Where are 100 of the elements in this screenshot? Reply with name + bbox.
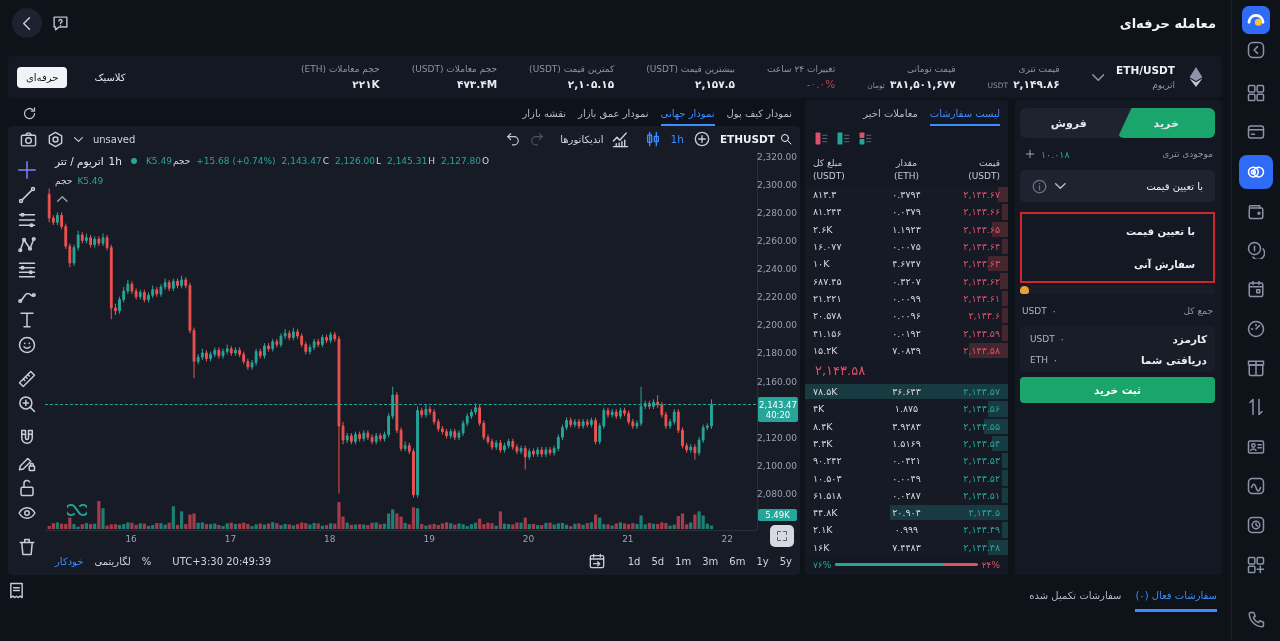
order-type-select[interactable]: با تعیین قیمت <box>1020 170 1215 202</box>
ohlc-value: 2,143.47 <box>281 156 322 166</box>
candlestick <box>316 338 320 348</box>
total-value: ۰ <box>1051 306 1057 316</box>
total-unit: USDT <box>1022 306 1047 316</box>
balance-label: موجودی تتری <box>1162 149 1213 159</box>
candlestick <box>358 431 362 442</box>
buy-share-label: ۷۶% <box>813 559 832 570</box>
candlestick <box>494 439 498 451</box>
chart-tab[interactable]: نمودار عمق بازار <box>578 100 649 126</box>
slider-thumb[interactable] <box>1020 286 1029 294</box>
lock-icon[interactable] <box>17 479 36 497</box>
add-circle-icon[interactable] <box>693 131 710 147</box>
smiley-icon[interactable] <box>17 336 36 354</box>
undo-icon[interactable] <box>506 132 521 146</box>
receipt-icon[interactable] <box>8 582 25 599</box>
fullscreen-button[interactable] <box>770 525 794 547</box>
caret-down-icon[interactable] <box>74 136 83 142</box>
back-button[interactable] <box>12 8 42 38</box>
candlestick <box>548 446 552 457</box>
parallel-lines-icon[interactable] <box>17 211 36 229</box>
mixed-orders-view-icon[interactable] <box>859 131 872 145</box>
settings-icon[interactable] <box>47 130 64 148</box>
candlestick <box>523 445 527 471</box>
symbol-search-button[interactable]: ETHUSDT <box>719 133 792 145</box>
scale-mode-button[interactable]: % <box>141 555 152 567</box>
sell-orders-view-icon[interactable] <box>815 131 828 145</box>
price-axis-label: 2,260.00 <box>756 236 797 247</box>
ask-price: ۲,۱۴۳.۶ <box>967 310 1000 322</box>
plus-icon[interactable] <box>1025 149 1035 159</box>
collapse-icon[interactable] <box>1247 41 1265 59</box>
range-button[interactable]: 5y <box>779 555 792 567</box>
order-book-row[interactable]: ۲,۱۴۳.۵۷ ۳۶.۶۴۳ ۷۸.۵K <box>805 382 1008 401</box>
range-button[interactable]: 1d <box>627 555 641 567</box>
range-button[interactable]: 1m <box>675 555 692 567</box>
order-total: ۶۱.۵۱۸ <box>813 489 843 501</box>
crosshair-icon[interactable] <box>17 161 36 179</box>
candlestick <box>474 403 477 416</box>
orders-tab[interactable]: سفارشات فعال (۰) <box>1135 582 1217 612</box>
date-range-icon[interactable] <box>588 553 605 569</box>
order-book-tab[interactable]: لیست سفارشات <box>929 100 1000 126</box>
order-side-tab[interactable]: فروش <box>1020 108 1118 138</box>
order-book-tab[interactable]: معاملات اخیر <box>863 100 918 126</box>
scale-mode-button[interactable]: خودکار <box>55 555 84 567</box>
eye-icon[interactable] <box>17 504 36 522</box>
indicators-button[interactable]: اندیکاتورها <box>560 130 629 148</box>
timezone-clock[interactable]: UTC+3:30 20:49:39 <box>172 555 272 567</box>
zigzag-pattern-icon[interactable] <box>17 236 36 254</box>
chevron-up-icon[interactable] <box>57 196 68 202</box>
candlestick <box>221 348 225 360</box>
trend-line-icon[interactable] <box>17 186 36 204</box>
price-axis-label: 2,300.00 <box>756 179 797 190</box>
candlestick <box>134 287 138 301</box>
nav-button[interactable] <box>1239 154 1273 189</box>
menu-option[interactable]: سفارش آنی <box>1022 247 1195 281</box>
balance-value: ۱۰.۰۱۸ <box>1041 148 1070 160</box>
text-tool-icon[interactable] <box>17 311 36 329</box>
buy-orders-view-icon[interactable] <box>837 131 850 145</box>
market-symbol[interactable]: ETH/USDT <box>1116 64 1175 76</box>
range-button[interactable]: 3m <box>702 555 719 567</box>
infinity-loop-icon[interactable] <box>67 504 87 516</box>
ask-price: ۲,۱۴۳.۵۸ <box>962 344 1000 356</box>
stat-value: ۲,۱۰۵.۱۵ <box>567 78 615 90</box>
scale-mode-button[interactable]: لگاریتمی <box>94 555 131 567</box>
gauge-icon <box>1247 319 1265 338</box>
candlestick <box>85 233 88 244</box>
info-icon[interactable] <box>1032 178 1047 194</box>
chart-tab[interactable]: نمودار کیف پول <box>726 100 792 126</box>
caret-down-icon[interactable] <box>1091 73 1105 81</box>
trash-icon[interactable] <box>17 538 36 556</box>
levels-icon[interactable] <box>17 261 36 279</box>
candlestick <box>142 289 146 303</box>
phone-icon[interactable] <box>1247 611 1265 629</box>
logo-icon[interactable] <box>1242 6 1270 34</box>
order-total: ۱۶K <box>813 541 831 553</box>
orders-tab[interactable]: سفارشات تکمیل شده <box>1029 582 1122 612</box>
range-button[interactable]: 1y <box>756 555 769 567</box>
candlestick <box>155 286 159 298</box>
range-button[interactable]: 5d <box>651 555 665 567</box>
stat-label: حجم معاملات (ETH) <box>301 64 380 74</box>
zoom-in-icon[interactable] <box>17 395 36 413</box>
interval-button[interactable]: 1h <box>670 133 684 145</box>
ruler-icon[interactable] <box>17 370 36 388</box>
id-card-icon <box>1247 437 1265 456</box>
view-mode-button[interactable]: حرفه‌ای <box>17 66 68 88</box>
help-chat-icon[interactable] <box>52 14 69 32</box>
range-button[interactable]: 6m <box>729 555 746 567</box>
menu-option[interactable]: با تعیین قیمت <box>1022 214 1195 248</box>
camera-icon[interactable] <box>20 130 37 148</box>
amount-slider[interactable] <box>1020 285 1215 294</box>
price-axis-label: 2,220.00 <box>756 292 797 303</box>
candlestick <box>312 338 316 351</box>
layout-name[interactable]: unsaved <box>92 133 136 145</box>
refresh-icon[interactable] <box>22 105 37 121</box>
candlestick <box>536 446 540 458</box>
view-mode-button[interactable]: کلاسیک <box>85 66 135 88</box>
chart-tab[interactable]: نقشه بازار <box>522 100 567 126</box>
bid-price: ۲,۱۴۳.۵۳ <box>962 455 1000 467</box>
candlestick <box>130 280 134 295</box>
candles-icon[interactable] <box>644 131 661 147</box>
